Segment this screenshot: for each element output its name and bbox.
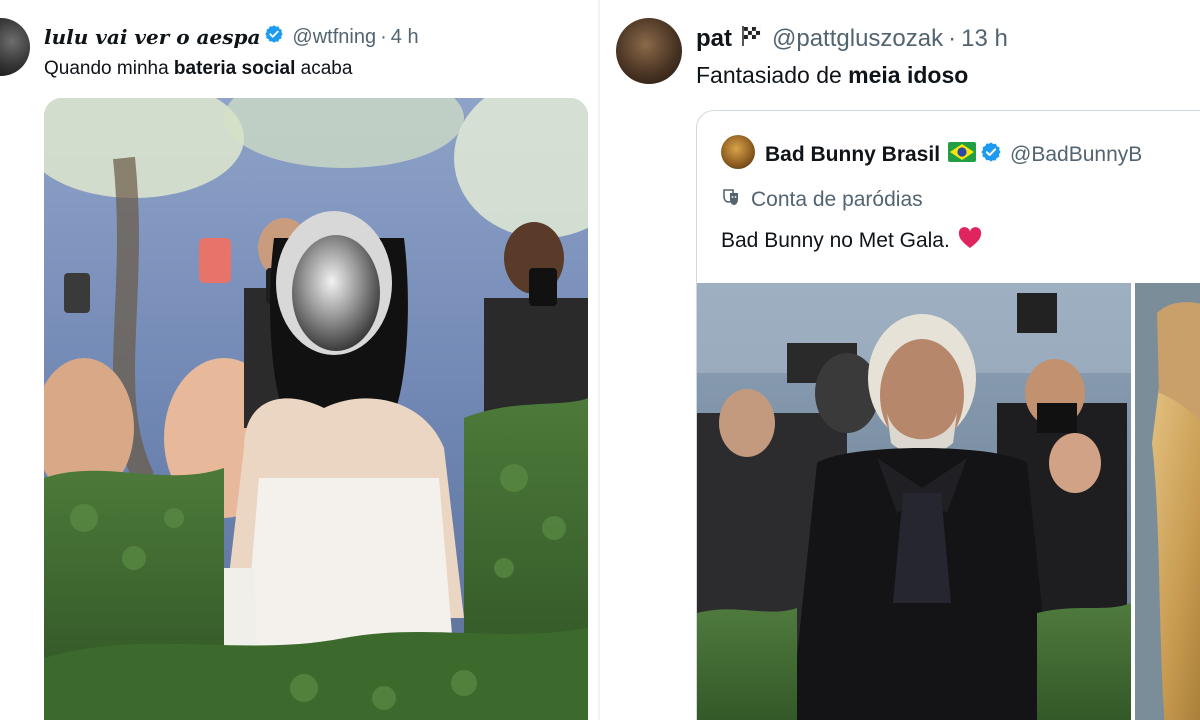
quoted-avatar[interactable] bbox=[721, 135, 755, 169]
text-part: Fantasiado de bbox=[696, 62, 849, 88]
verified-badge-icon bbox=[980, 141, 1002, 169]
tweet-right[interactable]: pat @pattgluszozak · 13 h Fantasiado de … bbox=[600, 0, 1200, 720]
display-name[interactable]: lulu vai ver o aespa bbox=[44, 25, 260, 49]
verified-badge-icon bbox=[264, 24, 284, 50]
tweet-header: lulu vai ver o aespa @wtfning · 4 h bbox=[44, 24, 419, 50]
handle[interactable]: @pattgluszozak bbox=[772, 25, 943, 53]
timestamp[interactable]: 4 h bbox=[391, 26, 419, 49]
parody-label: Conta de paródias bbox=[721, 187, 923, 213]
text-part: Quando minha bbox=[44, 58, 174, 79]
red-heart-icon bbox=[958, 227, 982, 255]
quoted-photo[interactable] bbox=[697, 283, 1200, 720]
avatar[interactable] bbox=[616, 18, 682, 84]
quoted-tweet[interactable]: Bad Bunny Brasil @BadBunnyB Conta de par… bbox=[696, 110, 1200, 720]
tweet-text: Quando minha bateria social acaba bbox=[44, 58, 352, 80]
quoted-text: Bad Bunny no Met Gala. bbox=[721, 227, 982, 255]
quoted-header: Bad Bunny Brasil @BadBunnyB bbox=[765, 141, 1142, 169]
parody-label-text: Conta de paródias bbox=[751, 188, 923, 211]
tweet-header: pat @pattgluszozak · 13 h bbox=[696, 24, 1008, 54]
tweet-text: Fantasiado de meia idoso bbox=[696, 62, 968, 89]
display-name[interactable]: pat bbox=[696, 25, 732, 53]
checkered-flag-icon bbox=[740, 25, 762, 54]
text-bold: bateria social bbox=[173, 58, 296, 79]
theater-masks-icon bbox=[721, 187, 741, 213]
separator-dot: · bbox=[948, 25, 957, 52]
quoted-handle[interactable]: @BadBunnyB bbox=[1010, 143, 1142, 167]
avatar[interactable] bbox=[0, 18, 30, 76]
quoted-text-body: Bad Bunny no Met Gala. bbox=[721, 229, 950, 252]
text-bold: meia idoso bbox=[848, 62, 969, 88]
tweet-left[interactable]: lulu vai ver o aespa @wtfning · 4 h Quan… bbox=[0, 0, 600, 720]
separator-dot: · bbox=[380, 25, 387, 48]
handle[interactable]: @wtfning bbox=[292, 26, 376, 49]
text-part: acaba bbox=[295, 58, 353, 79]
quoted-display-name[interactable]: Bad Bunny Brasil bbox=[765, 143, 940, 167]
brazil-flag-icon bbox=[948, 142, 977, 168]
timestamp[interactable]: 13 h bbox=[961, 25, 1008, 53]
tweet-photo[interactable] bbox=[44, 98, 588, 720]
